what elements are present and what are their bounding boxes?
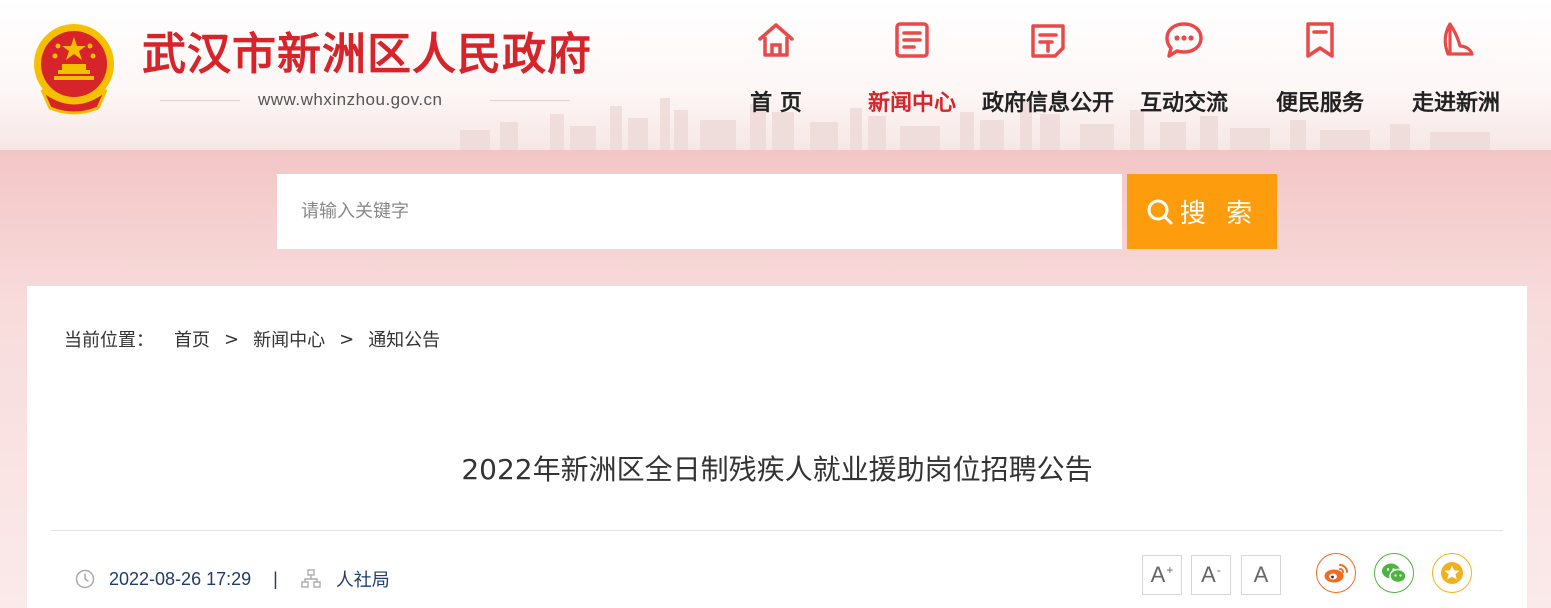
breadcrumb-label: 当前位置： [64,330,154,351]
nav-item-about[interactable]: 走进新洲 [1388,18,1524,128]
share-favorite-button[interactable] [1432,553,1472,593]
search-button[interactable]: 搜 索 [1127,174,1277,249]
publish-date: 2022-08-26 17:29 [109,568,252,589]
url-divider-left [160,100,240,101]
search-button-label: 搜 索 [1179,199,1259,229]
font-size-small-button[interactable]: A- [1191,555,1231,595]
nav-item-gov-info[interactable]: 政府信息公开 [980,18,1116,128]
nav-label-interaction: 互动交流 [1139,91,1228,116]
wechat-icon [1382,563,1407,584]
site-header: 武汉市新洲区人民政府 www.whxinzhou.gov.cn 首 页 新闻中心 [0,0,1551,150]
breadcrumb-separator: > [339,328,355,350]
title-divider [51,530,1503,531]
breadcrumb-separator: > [224,328,240,350]
breadcrumb-item-home[interactable]: 首页 [174,326,210,352]
font-size-default-button[interactable]: A [1241,555,1281,595]
news-icon [895,22,929,58]
url-divider-right [490,100,570,101]
share-wechat-button[interactable] [1374,553,1414,593]
nav-item-interaction[interactable]: 互动交流 [1116,18,1252,128]
search-input[interactable] [277,174,1122,249]
bookmark-icon [1306,22,1334,58]
font-size-large-label: A [1150,562,1166,587]
home-icon [758,23,794,57]
weibo-icon [1324,564,1348,583]
national-emblem-logo [34,24,114,115]
clock-icon [75,569,95,589]
favorite-star-icon [1441,562,1463,584]
nav-label-gov-info: 政府信息公开 [981,91,1114,116]
share-weibo-button[interactable] [1316,553,1356,593]
meta-separator: | [273,568,278,589]
article-card: 当前位置： 首页 > 新闻中心 > 通知公告 2022年新洲区全日制残疾人就业援… [27,286,1527,608]
search-icon [1147,199,1173,224]
org-structure-icon [301,569,321,588]
nav-item-news[interactable]: 新闻中心 [844,18,980,128]
font-size-large-button[interactable]: A + [1142,555,1182,595]
site-title: 武汉市新洲区人民政府 [142,29,592,80]
nav-label-home: 首 页 [750,91,802,116]
font-size-small-mark: - [1216,563,1221,577]
font-size-default-label: A [1253,562,1269,587]
nav-label-about: 走进新洲 [1411,91,1500,116]
article-meta: 2022-08-26 17:29 | 人社局 [75,566,390,592]
nav-item-home[interactable]: 首 页 [708,18,844,128]
font-size-small-label: A [1201,562,1216,587]
breadcrumb-item-notices[interactable]: 通知公告 [368,326,440,352]
nav-item-services[interactable]: 便民服务 [1252,18,1388,128]
department: 人社局 [335,570,390,591]
nav-label-services: 便民服务 [1275,91,1364,116]
site-url: www.whxinzhou.gov.cn [258,90,443,109]
gov-info-icon [1031,24,1065,58]
sail-icon [1443,22,1474,56]
article-title: 2022年新洲区全日制残疾人就业援助岗位招聘公告 [461,453,1093,486]
chat-icon [1165,22,1203,58]
breadcrumb: 当前位置： 首页 > 新闻中心 > 通知公告 [64,326,440,352]
font-size-large-mark: + [1166,563,1174,577]
nav-label-news: 新闻中心 [867,91,956,116]
breadcrumb-item-news[interactable]: 新闻中心 [253,326,325,352]
